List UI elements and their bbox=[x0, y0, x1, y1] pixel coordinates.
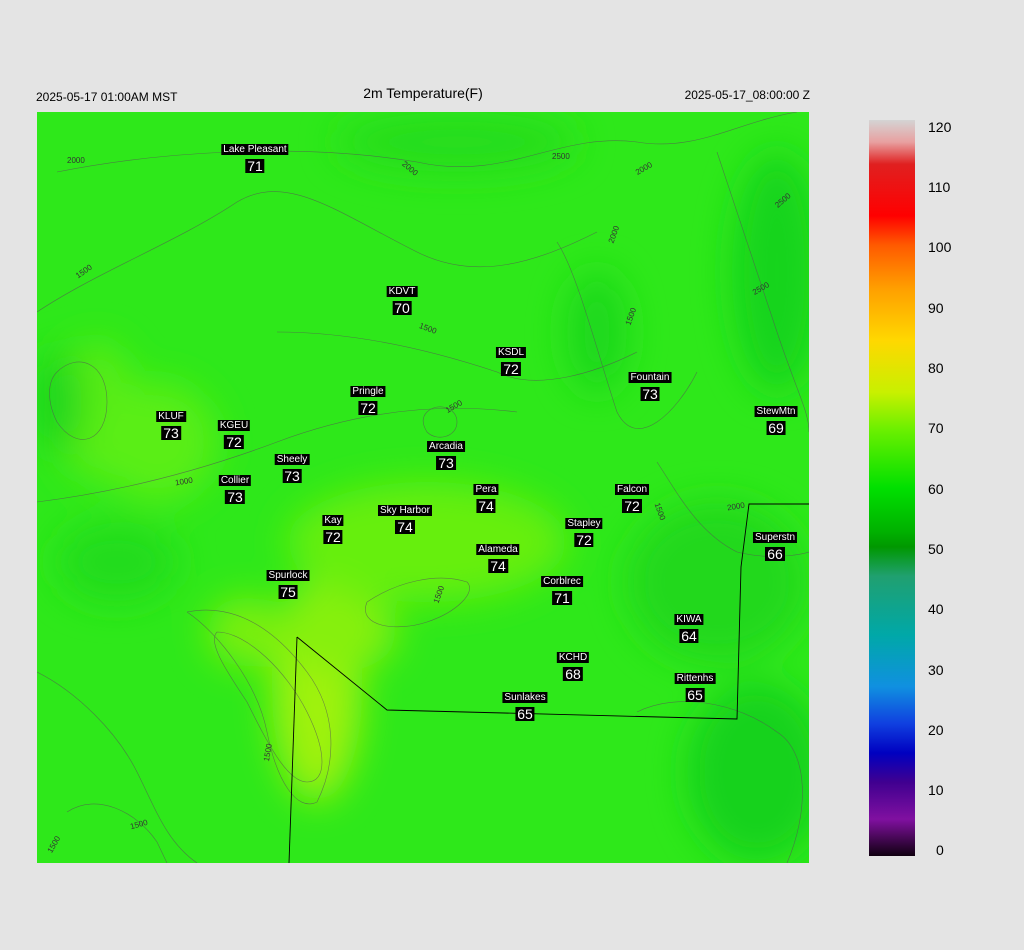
station-marker: KGEU 72 bbox=[217, 415, 251, 450]
station-marker: Stapley 72 bbox=[565, 513, 603, 548]
colorbar-tick: 0 bbox=[936, 842, 944, 858]
colorbar-tick: 10 bbox=[928, 782, 944, 798]
station-marker: Corblrec 71 bbox=[541, 571, 583, 605]
station-marker: KLUF 73 bbox=[156, 406, 186, 440]
station-marker: Sunlakes 65 bbox=[502, 687, 548, 722]
contour-label: 2000 bbox=[67, 156, 85, 165]
station-temp: 72 bbox=[358, 400, 378, 416]
station-temp: 70 bbox=[392, 300, 412, 316]
station-marker: Collier 73 bbox=[218, 470, 252, 505]
colorbar-tick: 120 bbox=[928, 119, 952, 135]
station-temp: 74 bbox=[488, 558, 508, 574]
station-marker: KCHD 68 bbox=[556, 647, 590, 682]
station-name: KSDL bbox=[495, 347, 527, 358]
station-name: StewMtn bbox=[754, 406, 798, 417]
station-temp: 73 bbox=[225, 489, 245, 505]
station-marker: Sheely 73 bbox=[274, 449, 310, 484]
map-canvas bbox=[37, 112, 809, 863]
station-temp: 68 bbox=[563, 666, 583, 682]
station-marker: Fountain 73 bbox=[628, 367, 672, 402]
temperature-colorbar bbox=[869, 120, 915, 856]
station-name: Sunlakes bbox=[502, 692, 548, 703]
station-marker: Kay 72 bbox=[322, 510, 344, 545]
station-temp: 73 bbox=[640, 386, 660, 402]
station-name: Stapley bbox=[565, 518, 603, 529]
station-marker: Pera 74 bbox=[473, 479, 499, 514]
station-name: KGEU bbox=[217, 420, 251, 431]
station-name: Collier bbox=[218, 475, 252, 486]
station-marker: Lake Pleasant 71 bbox=[221, 139, 289, 174]
station-name: Sky Harbor bbox=[377, 505, 433, 516]
colorbar-tick: 60 bbox=[928, 481, 944, 497]
contour-label: 2500 bbox=[552, 152, 570, 161]
colorbar-tick: 100 bbox=[928, 239, 952, 255]
station-name: Corblrec bbox=[541, 576, 583, 587]
station-marker: Rittenhs 65 bbox=[674, 668, 716, 703]
station-name: Lake Pleasant bbox=[221, 144, 289, 155]
colorbar-tick: 90 bbox=[928, 300, 944, 316]
station-marker: Superstn 66 bbox=[752, 527, 798, 562]
colorbar-tick: 30 bbox=[928, 662, 944, 678]
station-temp: 73 bbox=[282, 468, 302, 484]
station-temp: 69 bbox=[766, 420, 786, 436]
station-temp: 74 bbox=[476, 498, 496, 514]
station-name: Fountain bbox=[628, 372, 672, 383]
station-temp: 65 bbox=[515, 706, 535, 722]
station-marker: Falcon 72 bbox=[614, 479, 650, 514]
station-marker: KDVT 70 bbox=[386, 281, 418, 316]
station-temp: 72 bbox=[574, 532, 594, 548]
station-name: Alameda bbox=[476, 544, 520, 555]
colorbar-tick: 110 bbox=[928, 179, 951, 195]
station-temp: 64 bbox=[679, 628, 699, 644]
station-temp: 75 bbox=[278, 584, 298, 600]
station-marker: StewMtn 69 bbox=[754, 401, 798, 436]
station-marker: Sky Harbor 74 bbox=[377, 500, 433, 535]
station-marker: Alameda 74 bbox=[476, 539, 520, 574]
station-marker: Arcadia 73 bbox=[427, 436, 465, 470]
station-marker: Pringle 72 bbox=[350, 381, 386, 416]
station-temp: 74 bbox=[395, 519, 415, 535]
station-name: Pera bbox=[473, 484, 499, 495]
station-name: Falcon bbox=[614, 484, 650, 495]
station-temp: 71 bbox=[552, 590, 572, 606]
station-name: KDVT bbox=[386, 286, 418, 297]
colorbar-tick: 50 bbox=[928, 541, 944, 557]
station-temp: 71 bbox=[245, 158, 265, 174]
station-name: KCHD bbox=[556, 652, 590, 663]
station-temp: 72 bbox=[622, 498, 642, 514]
station-name: Rittenhs bbox=[674, 673, 716, 684]
colorbar-gradient bbox=[869, 120, 915, 856]
colorbar-tick: 40 bbox=[928, 601, 944, 617]
station-marker: KSDL 72 bbox=[495, 342, 527, 377]
station-temp: 65 bbox=[685, 687, 705, 703]
utc-time-label: 2025-05-17_08:00:00 Z bbox=[684, 88, 810, 102]
station-name: KIWA bbox=[674, 614, 704, 625]
station-marker: Spurlock 75 bbox=[266, 565, 310, 600]
colorbar-tick: 20 bbox=[928, 722, 944, 738]
colorbar-tick: 80 bbox=[928, 360, 944, 376]
station-temp: 73 bbox=[436, 455, 456, 471]
station-temp: 72 bbox=[323, 529, 343, 545]
station-name: Sheely bbox=[274, 454, 310, 465]
station-marker: KIWA 64 bbox=[674, 609, 704, 644]
station-name: KLUF bbox=[156, 411, 186, 422]
station-name: Pringle bbox=[350, 386, 386, 397]
colorbar-tick: 70 bbox=[928, 420, 944, 436]
station-temp: 72 bbox=[224, 434, 244, 450]
station-name: Spurlock bbox=[266, 570, 310, 581]
station-temp: 66 bbox=[765, 546, 785, 562]
station-name: Kay bbox=[322, 515, 344, 526]
station-name: Superstn bbox=[752, 532, 798, 543]
station-temp: 72 bbox=[501, 361, 521, 377]
station-name: Arcadia bbox=[427, 441, 465, 452]
station-temp: 73 bbox=[161, 425, 181, 441]
temperature-map: 2000 2000 2500 2000 2500 2000 2500 1500 … bbox=[37, 112, 809, 863]
